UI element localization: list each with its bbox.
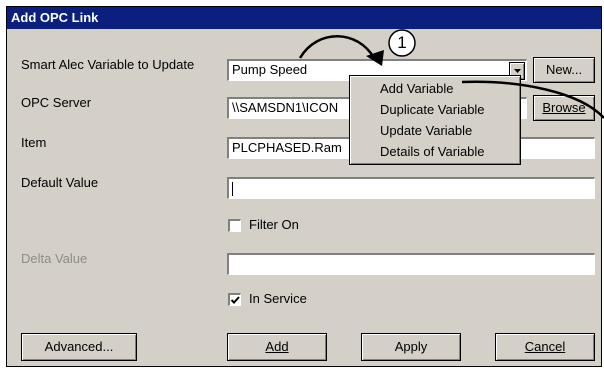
callout-arrow-right <box>461 80 604 119</box>
annotation-overlay <box>298 29 604 119</box>
callout-arrow-curve <box>298 35 376 59</box>
callout-number: 1 <box>397 33 407 52</box>
